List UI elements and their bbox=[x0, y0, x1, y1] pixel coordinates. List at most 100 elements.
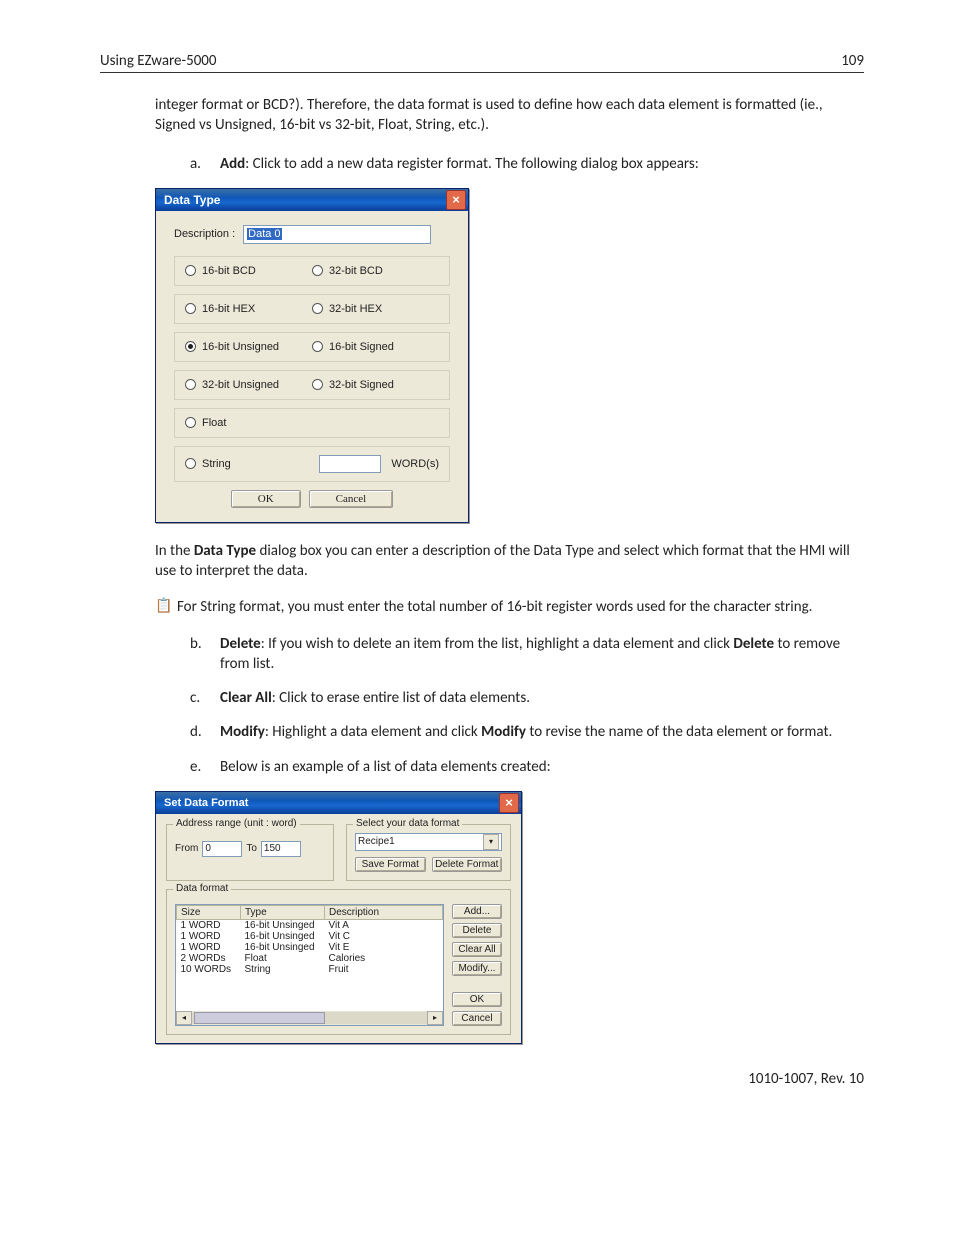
radio-icon bbox=[185, 458, 196, 469]
col-description[interactable]: Description bbox=[325, 905, 443, 919]
radio-icon bbox=[312, 379, 323, 390]
add-text: : Click to add a new data register forma… bbox=[245, 155, 699, 173]
select-format-group: Select your data format Recipe1 ▾ Save F… bbox=[346, 824, 511, 881]
radio-icon bbox=[312, 265, 323, 276]
after-dialog-paragraph: In the Data Type dialog box you can ente… bbox=[155, 541, 864, 582]
to-input[interactable]: 150 bbox=[261, 841, 301, 857]
table-row[interactable]: 2 WORDsFloatCalories bbox=[177, 953, 443, 964]
radio-icon bbox=[312, 341, 323, 352]
radio-32bit-hex[interactable]: 32-bit HEX bbox=[312, 303, 439, 315]
radio-label: Float bbox=[202, 417, 226, 429]
list-letter: a. bbox=[190, 154, 220, 174]
chevron-down-icon: ▾ bbox=[483, 834, 499, 850]
string-words-input[interactable] bbox=[319, 455, 381, 473]
clear-all-button[interactable]: Clear All bbox=[452, 942, 502, 957]
format-combobox[interactable]: Recipe1 ▾ bbox=[355, 833, 502, 851]
delete-button[interactable]: Delete bbox=[452, 923, 502, 938]
list-letter: c. bbox=[190, 688, 220, 708]
select-legend: Select your data format bbox=[353, 818, 462, 829]
dialog2-title: Set Data Format bbox=[164, 797, 248, 809]
add-button[interactable]: Add... bbox=[452, 904, 502, 919]
address-legend: Address range (unit : word) bbox=[173, 818, 300, 829]
close-icon[interactable]: × bbox=[446, 190, 466, 210]
close-icon[interactable]: × bbox=[499, 793, 519, 813]
list-letter: d. bbox=[190, 722, 220, 742]
radio-icon bbox=[312, 303, 323, 314]
ok-button[interactable]: OK bbox=[231, 490, 301, 508]
radio-16bit-unsigned[interactable]: 16-bit Unsigned bbox=[185, 341, 312, 353]
list-item-c: c. Clear All: Click to erase entire list… bbox=[190, 688, 864, 708]
scroll-right-icon[interactable]: ▸ bbox=[427, 1011, 443, 1025]
radio-icon bbox=[185, 303, 196, 314]
radio-icon bbox=[185, 265, 196, 276]
radio-icon bbox=[185, 379, 196, 390]
scroll-left-icon[interactable]: ◂ bbox=[176, 1011, 192, 1025]
delete-format-button[interactable]: Delete Format bbox=[432, 857, 503, 872]
radio-32bit-unsigned[interactable]: 32-bit Unsigned bbox=[185, 379, 312, 391]
radio-16bit-hex[interactable]: 16-bit HEX bbox=[185, 303, 312, 315]
description-value: Data 0 bbox=[247, 228, 281, 240]
radio-string[interactable]: String bbox=[185, 458, 231, 470]
list-letter: e. bbox=[190, 757, 220, 777]
intro-paragraph: integer format or BCD?). Therefore, the … bbox=[155, 95, 864, 136]
horizontal-scrollbar[interactable]: ◂ ▸ bbox=[176, 1011, 443, 1025]
words-suffix: WORD(s) bbox=[391, 458, 439, 470]
radio-label: 16-bit Unsigned bbox=[202, 341, 279, 353]
set-data-format-dialog: Set Data Format × Address range (unit : … bbox=[155, 791, 522, 1044]
ok-button[interactable]: OK bbox=[452, 992, 502, 1007]
radio-label: 32-bit Unsigned bbox=[202, 379, 279, 391]
radio-label: 32-bit BCD bbox=[329, 265, 383, 277]
note-icon: 📋 bbox=[155, 597, 169, 617]
table-row[interactable]: 1 WORD16-bit UnsingedVit E bbox=[177, 942, 443, 953]
list-item-e: e. Below is an example of a list of data… bbox=[190, 757, 864, 777]
header-right: 109 bbox=[841, 52, 864, 70]
description-input[interactable]: Data 0 bbox=[243, 225, 431, 244]
radio-label: 16-bit HEX bbox=[202, 303, 255, 315]
list-item-b: b. Delete: If you wish to delete an item… bbox=[190, 634, 864, 675]
table-row[interactable]: 1 WORD16-bit UnsingedVit A bbox=[177, 919, 443, 931]
list-item-d: d. Modify: Highlight a data element and … bbox=[190, 722, 864, 742]
radio-32bit-signed[interactable]: 32-bit Signed bbox=[312, 379, 439, 391]
radio-label: 16-bit Signed bbox=[329, 341, 394, 353]
radio-label: 16-bit BCD bbox=[202, 265, 256, 277]
dialog2-titlebar: Set Data Format × bbox=[156, 792, 521, 814]
save-format-button[interactable]: Save Format bbox=[355, 857, 426, 872]
table-row[interactable]: 10 WORDsStringFruit bbox=[177, 964, 443, 975]
radio-label: 32-bit Signed bbox=[329, 379, 394, 391]
data-format-group: Data format Size Type Description bbox=[166, 889, 511, 1035]
combobox-value: Recipe1 bbox=[358, 836, 395, 847]
page-header: Using EZware-5000 109 bbox=[100, 52, 864, 73]
dialog-title: Data Type bbox=[164, 193, 220, 207]
data-type-dialog: Data Type × Description : Data 0 16-bit … bbox=[155, 188, 469, 523]
add-term: Add bbox=[220, 155, 245, 173]
modify-button[interactable]: Modify... bbox=[452, 961, 502, 976]
radio-16bit-signed[interactable]: 16-bit Signed bbox=[312, 341, 439, 353]
col-size[interactable]: Size bbox=[177, 905, 241, 919]
to-label: To bbox=[246, 843, 257, 854]
radio-float[interactable]: Float bbox=[185, 417, 226, 429]
note-text: For String format, you must enter the to… bbox=[177, 597, 812, 617]
data-format-table[interactable]: Size Type Description 1 WORD16-bit Unsin… bbox=[175, 904, 444, 1026]
from-label: From bbox=[175, 843, 198, 854]
radio-icon bbox=[185, 341, 196, 352]
data-format-legend: Data format bbox=[173, 883, 231, 894]
cancel-button[interactable]: Cancel bbox=[309, 490, 394, 508]
list-item-a: a. Add: Click to add a new data register… bbox=[190, 154, 864, 174]
col-type[interactable]: Type bbox=[241, 905, 325, 919]
address-range-group: Address range (unit : word) From 0 To 15… bbox=[166, 824, 334, 881]
radio-16bit-bcd[interactable]: 16-bit BCD bbox=[185, 265, 312, 277]
radio-32bit-bcd[interactable]: 32-bit BCD bbox=[312, 265, 439, 277]
radio-icon bbox=[185, 417, 196, 428]
note-line: 📋 For String format, you must enter the … bbox=[155, 597, 864, 617]
from-input[interactable]: 0 bbox=[202, 841, 242, 857]
list-letter: b. bbox=[190, 634, 220, 675]
scroll-thumb[interactable] bbox=[194, 1012, 325, 1024]
dialog-titlebar: Data Type × bbox=[156, 189, 468, 211]
page-footer: 1010-1007, Rev. 10 bbox=[100, 1070, 864, 1088]
description-label: Description : bbox=[174, 228, 235, 240]
table-row[interactable]: 1 WORD16-bit UnsingedVit C bbox=[177, 931, 443, 942]
header-left: Using EZware-5000 bbox=[100, 52, 217, 70]
cancel-button[interactable]: Cancel bbox=[452, 1011, 502, 1026]
radio-label: 32-bit HEX bbox=[329, 303, 382, 315]
radio-label: String bbox=[202, 458, 231, 470]
